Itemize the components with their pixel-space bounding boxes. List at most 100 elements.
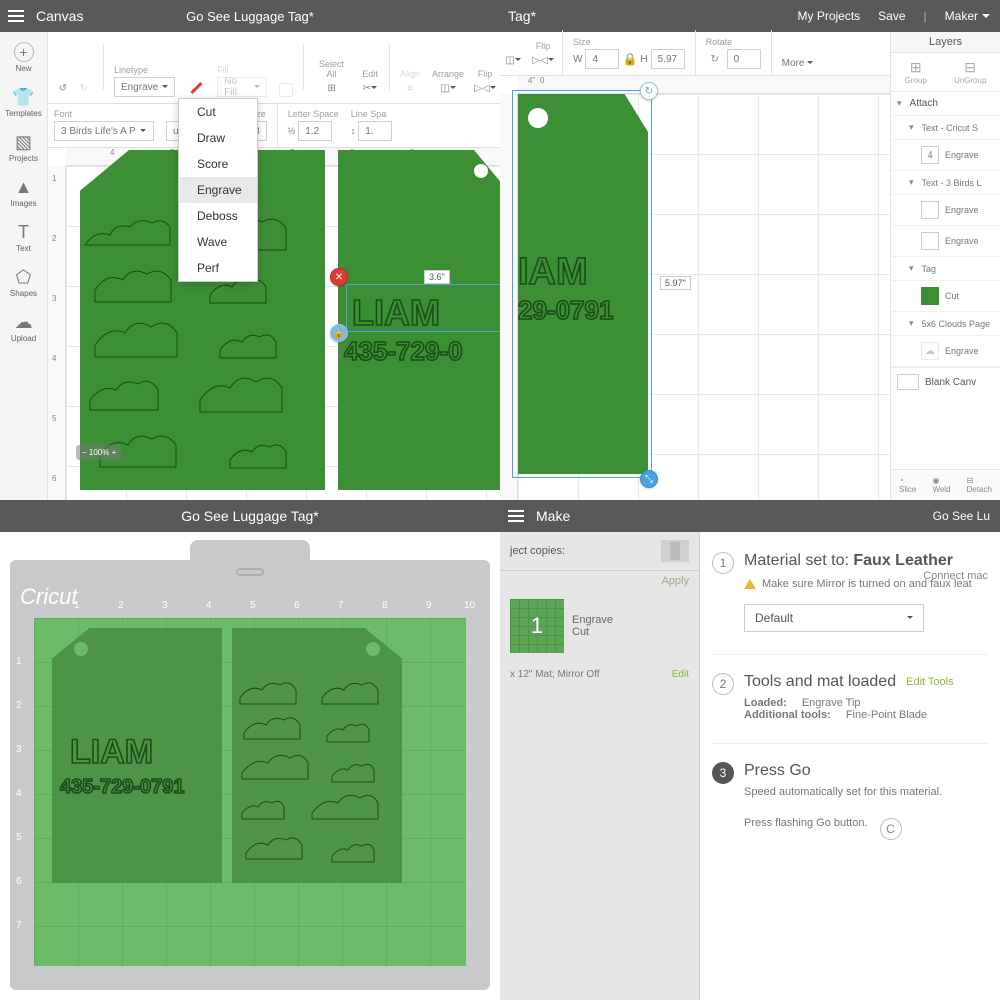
linetype-dropdown[interactable]: Engrave	[114, 77, 175, 97]
step-1: 1 Material set to: Faux Leather Make sur…	[712, 552, 988, 632]
zoom-indicator[interactable]: − 100% +	[76, 445, 122, 460]
step-1-title: Material set to: Faux Leather	[744, 552, 988, 570]
layer-text-3birds-engrave1[interactable]: Engrave	[891, 195, 1000, 226]
delete-handle[interactable]: ✕	[330, 268, 348, 286]
step-1-badge: 1	[712, 552, 734, 574]
apply-button[interactable]: Apply	[500, 571, 699, 591]
linetype-opt-score[interactable]: Score	[179, 151, 257, 177]
layer-text-cricut[interactable]: ▾Text - Cricut S	[891, 116, 1000, 140]
mat-tag-name[interactable]: LIAM 435-729-0791	[52, 628, 222, 883]
mat-frame: Cricut 12345678910 1234567 LIAM 435-729-…	[10, 560, 490, 990]
menu-icon[interactable]	[8, 10, 24, 22]
weld-button[interactable]: ◉Weld	[932, 476, 950, 494]
detach-button[interactable]: ⊟Detach	[967, 476, 992, 494]
flip-label: Flip	[536, 41, 551, 51]
layer-attach[interactable]: ▾Attach	[891, 92, 1000, 116]
material-preset-dropdown[interactable]: Default	[744, 604, 924, 632]
mat-ops: Engrave Cut	[572, 614, 613, 638]
layers-panel: Layers ⊞Group ⊟UnGroup ▾Attach ▾Text - C…	[890, 32, 1000, 500]
fill-color-swatch[interactable]	[279, 83, 293, 97]
letterspace-label: Letter Space	[288, 109, 339, 119]
mat-row[interactable]: 1 Engrave Cut	[500, 591, 699, 661]
layer-text-3birds[interactable]: ▾Text - 3 Birds L	[891, 171, 1000, 195]
layer-tag-cut[interactable]: Cut	[891, 281, 1000, 312]
rotate-icon[interactable]: ↻	[706, 50, 724, 68]
step-2-loaded: Loaded: Engrave Tip	[744, 697, 988, 709]
edit-icon[interactable]: ✂	[361, 79, 379, 97]
rail-templates[interactable]: 👕Templates	[0, 83, 48, 122]
layer-text-cricut-engrave[interactable]: 4Engrave	[891, 140, 1000, 171]
lock-aspect-icon[interactable]: 🔒	[622, 52, 637, 66]
flip-icon[interactable]: ▷◁	[534, 51, 552, 69]
fill-dropdown[interactable]: No Fill	[217, 77, 267, 97]
linespace-input[interactable]: 1.	[358, 121, 392, 141]
linetype-opt-deboss[interactable]: Deboss	[179, 203, 257, 229]
linetype-label: Linetype	[114, 65, 148, 75]
layer-clouds-engrave[interactable]: ☁Engrave	[891, 336, 1000, 367]
arrange-label: Arrange	[432, 69, 464, 79]
menu-icon[interactable]	[508, 510, 524, 522]
rail-shapes[interactable]: ⬠Shapes	[0, 263, 48, 302]
mat-edit-link[interactable]: Edit	[672, 669, 689, 680]
step-2-additional: Additional tools: Fine-Point Blade	[744, 709, 988, 721]
rail-images[interactable]: ▲Images	[0, 173, 48, 212]
rail-upload[interactable]: ☁Upload	[0, 308, 48, 347]
linetype-opt-perf[interactable]: Perf	[179, 255, 257, 281]
group-button[interactable]: ⊞Group	[905, 59, 927, 85]
rail-projects[interactable]: ▧Projects	[0, 128, 48, 167]
redo-icon[interactable]: ↻	[75, 79, 93, 97]
linetype-opt-cut[interactable]: Cut	[179, 99, 257, 125]
mat-thumbnail[interactable]: 1	[510, 599, 564, 653]
edit-tools-link[interactable]: Edit Tools	[906, 676, 954, 688]
step-3-title: Press Go	[744, 762, 988, 780]
linetype-menu: Cut Draw Score Engrave Deboss Wave Perf	[178, 98, 258, 282]
mat-grid[interactable]: LIAM 435-729-0791	[34, 618, 466, 966]
letterspace-input[interactable]: 1.2	[298, 121, 332, 141]
layer-clouds[interactable]: ▾5x6 Clouds Page	[891, 312, 1000, 336]
linetype-opt-wave[interactable]: Wave	[179, 229, 257, 255]
arrange-icon[interactable]: ◫	[439, 79, 457, 97]
resize-handle[interactable]: ⤡	[640, 470, 658, 488]
warning-icon	[744, 573, 756, 589]
rotate-handle[interactable]: ↻	[640, 82, 658, 100]
arrange-icon[interactable]: ◫	[504, 51, 522, 69]
blank-canvas-row[interactable]: Blank Canv	[891, 367, 1000, 396]
width-input[interactable]: 4	[585, 49, 619, 69]
layer-tag[interactable]: ▾Tag	[891, 257, 1000, 281]
machine-dropdown[interactable]: Maker	[945, 9, 990, 23]
layers-footer: ◔Slice ◉Weld ⊟Detach	[891, 469, 1000, 500]
project-name: Go See Lu	[933, 509, 990, 523]
align-icon[interactable]: ≡	[401, 79, 419, 97]
canvas-area[interactable]: 4"0 IAM 29-0791 ↻ ⤡ 5.97"	[500, 76, 890, 500]
selection-box[interactable]	[346, 284, 500, 332]
more-dropdown[interactable]: More	[782, 58, 814, 69]
top-bar: Tag* My Projects Save | Maker	[500, 0, 1000, 32]
top-bar: Go See Luggage Tag*	[0, 500, 500, 532]
copies-stepper[interactable]	[661, 540, 689, 562]
select-all-icon[interactable]: ⊞	[323, 79, 341, 97]
undo-icon[interactable]: ↺	[54, 79, 72, 97]
rail-new[interactable]: +New	[0, 38, 48, 77]
rotate-label: Rotate	[706, 37, 733, 47]
height-input[interactable]: 5.97	[651, 49, 685, 69]
layers-title: Layers	[891, 32, 1000, 53]
my-projects-link[interactable]: My Projects	[797, 9, 860, 23]
linetype-opt-draw[interactable]: Draw	[179, 125, 257, 151]
font-dropdown[interactable]: 3 Birds Life's A P	[54, 121, 154, 141]
mat-tag-clouds[interactable]	[232, 628, 402, 883]
slice-button[interactable]: ◔Slice	[899, 476, 916, 494]
fill-label: Fill	[217, 65, 229, 75]
connect-machine[interactable]: Connect mac	[923, 570, 988, 582]
flip-icon[interactable]: ▷◁	[476, 79, 494, 97]
linetype-opt-engrave[interactable]: Engrave	[179, 177, 257, 203]
flip-label: Flip	[478, 69, 493, 79]
line-color-icon[interactable]	[190, 82, 202, 94]
go-button-icon[interactable]: C	[880, 818, 902, 840]
selection-box[interactable]	[512, 90, 652, 478]
rail-text[interactable]: TText	[0, 218, 48, 257]
save-link[interactable]: Save	[878, 9, 905, 23]
layer-text-3birds-engrave2[interactable]: Engrave	[891, 226, 1000, 257]
lock-handle[interactable]: 🔒	[330, 324, 348, 342]
ungroup-button[interactable]: ⊟UnGroup	[954, 59, 986, 85]
rotate-input[interactable]: 0	[727, 49, 761, 69]
